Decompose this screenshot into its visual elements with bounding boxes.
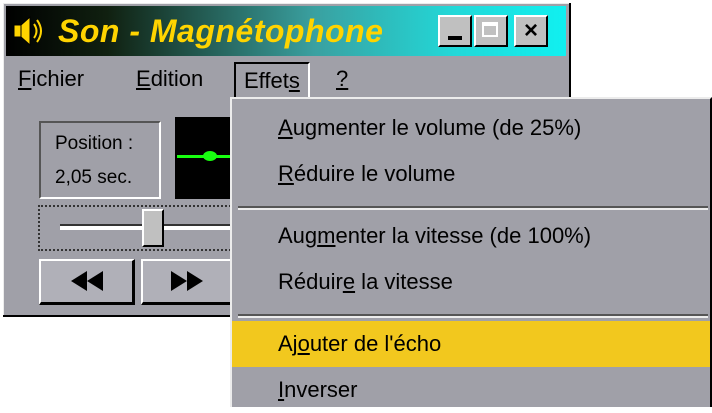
fast-forward-button[interactable] — [141, 259, 237, 305]
position-display: Position : 2,05 sec. — [39, 121, 161, 199]
rewind-icon — [71, 271, 103, 291]
menu-item-label: Réduir — [278, 269, 343, 294]
menu-item-label: ugmenter le volume (de 25%) — [292, 115, 582, 140]
menu-item-label: uter de l'écho — [309, 331, 442, 356]
maximize-button[interactable] — [474, 15, 508, 47]
waveform-display — [175, 117, 235, 199]
menu-effets[interactable]: Effets — [234, 62, 310, 102]
waveform-peak — [203, 151, 217, 161]
menu-item-label: éduire le volume — [293, 161, 456, 186]
menu-item-increase-volume[interactable]: Augmenter le volume (de 25%) — [232, 105, 710, 151]
menu-separator — [238, 206, 708, 210]
menu-fichier-rest: ichier — [31, 66, 85, 91]
window-title: Son - Magnétophone — [58, 13, 384, 49]
menu-item-label: Aug — [278, 223, 318, 248]
speaker-icon — [13, 15, 42, 47]
menu-item-add-echo[interactable]: Ajouter de l'écho — [232, 321, 710, 367]
title-bar[interactable]: Son - Magnétophone × — [6, 6, 566, 56]
close-icon: × — [523, 17, 538, 44]
menu-item-increase-speed[interactable]: Augmenter la vitesse (de 100%) — [232, 213, 710, 259]
effets-dropdown-menu: Augmenter le volume (de 25%) Réduire le … — [230, 97, 712, 407]
menu-item-label: enter la vitesse (de 100%) — [335, 223, 592, 248]
menu-edition[interactable]: Edition — [136, 65, 203, 93]
menu-item-decrease-speed[interactable]: Réduire la vitesse — [232, 259, 710, 305]
menu-item-reverse[interactable]: Inverser — [232, 367, 710, 413]
minimize-button[interactable] — [438, 15, 472, 47]
menu-separator — [238, 314, 708, 318]
menu-help[interactable]: ? — [336, 65, 348, 93]
position-label: Position : — [55, 133, 134, 154]
rewind-button[interactable] — [39, 259, 135, 305]
slider-thumb[interactable] — [142, 209, 164, 247]
menu-edition-rest: dition — [150, 66, 204, 91]
position-value: 2,05 sec. — [55, 167, 133, 188]
menu-item-label: nverser — [284, 377, 358, 402]
menu-item-label: la vitesse — [355, 269, 453, 294]
menu-item-label: Aj — [278, 331, 298, 356]
menu-fichier[interactable]: Fichier — [18, 65, 84, 93]
position-slider[interactable] — [38, 205, 240, 251]
close-button[interactable]: × — [514, 15, 548, 47]
menu-item-decrease-volume[interactable]: Réduire le volume — [232, 151, 710, 197]
menu-bar: Fichier Edition Effets ? — [6, 59, 566, 102]
fast-forward-icon — [171, 271, 203, 291]
menu-effets-rest: Effet — [244, 68, 289, 93]
